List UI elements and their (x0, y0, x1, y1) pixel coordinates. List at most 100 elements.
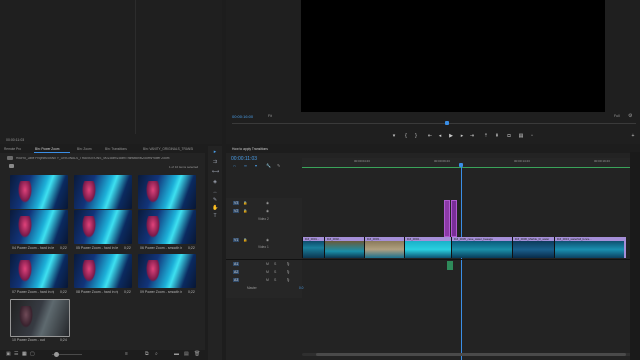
v1-clip-1[interactable]: DJI_0001... (302, 237, 324, 258)
v3-transition-clip-1[interactable] (444, 200, 450, 237)
media-thumbnail[interactable] (10, 210, 68, 244)
slip-tool-icon[interactable]: ↔ (212, 190, 218, 195)
razor-tool-icon[interactable]: ◈ (212, 180, 218, 185)
v1-clip-6[interactable]: DJI_0006_Marble_bl_water (512, 237, 554, 258)
track-select-icon[interactable]: ⇉ (212, 160, 218, 165)
media-thumbnail[interactable] (138, 210, 196, 244)
track-v3-label[interactable]: V3 (233, 201, 240, 205)
new-item-icon[interactable]: ▤ (184, 352, 189, 357)
media-thumbnail[interactable] (138, 175, 196, 209)
track-a1-mute-icon[interactable]: M (266, 262, 269, 266)
media-thumbnail[interactable] (10, 254, 68, 288)
button-editor-icon[interactable]: ▫ (529, 134, 535, 139)
tab-power-zoom[interactable]: Bin: Power Zoom (35, 147, 59, 151)
mark-clip-icon[interactable]: } (413, 134, 419, 139)
timeline-timecode[interactable]: 00:00:11:03 (231, 157, 257, 162)
captions-icon[interactable]: ✎ (277, 163, 282, 168)
extract-icon[interactable]: ⇞ (494, 134, 500, 139)
v1-clip-7[interactable]: DJI_0013_waterfall_fence... (554, 237, 624, 258)
audio-clip[interactable] (447, 261, 453, 270)
go-to-out-icon[interactable]: ⇥ (469, 134, 475, 139)
master-value[interactable]: 0.0 (299, 286, 303, 290)
track-a1-mic-icon[interactable]: 🎙 (286, 262, 290, 266)
media-thumbnail[interactable] (10, 299, 70, 337)
add-icon[interactable]: + (630, 134, 636, 139)
timeline-settings-icon[interactable]: 🔧 (266, 163, 271, 168)
wrench-icon[interactable]: ⚙ (628, 114, 633, 119)
timeline-tab[interactable]: How to apply Transitions (232, 147, 268, 151)
media-thumbnail[interactable] (74, 254, 132, 288)
v1-clip-end[interactable] (624, 237, 626, 258)
icon-view-icon[interactable]: ▦ (22, 352, 27, 357)
tab-transitions[interactable]: Bin: Transitions (105, 147, 127, 151)
tab-zoom[interactable]: Bin: Zoom (77, 147, 92, 151)
zoom-slider-handle[interactable] (54, 352, 59, 357)
track-a2-mic-icon[interactable]: 🎙 (286, 270, 290, 274)
fit-dropdown[interactable]: Fit (268, 114, 272, 119)
v1-clip-2[interactable]: DJI_0002... (324, 237, 364, 258)
track-v3-lock-icon[interactable]: 🔒 (243, 201, 247, 205)
track-a2-label[interactable]: A2 (233, 270, 240, 274)
track-a3-mute-icon[interactable]: M (266, 278, 269, 282)
type-tool-icon[interactable]: T (212, 214, 218, 219)
selection-tool-icon[interactable]: ▸ (212, 150, 218, 155)
go-to-in-icon[interactable]: ⇤ (427, 134, 433, 139)
automate-icon[interactable]: ⧉ (145, 352, 150, 357)
trash-icon[interactable]: 🗑 (194, 352, 200, 357)
track-v1-lock-icon[interactable]: 🔒 (243, 238, 247, 242)
v1-clip-5[interactable]: DJI_0005_cave_water_beauga (451, 237, 512, 258)
media-thumbnail[interactable] (74, 175, 132, 209)
track-v1-eye-icon[interactable]: ◉ (266, 238, 269, 242)
track-v2-label[interactable]: V2 (233, 209, 240, 213)
timeline-scrollbar-thumb[interactable] (316, 353, 626, 356)
track-a1-label[interactable]: A1 (233, 262, 240, 266)
v3-transition-clip-2[interactable] (451, 200, 457, 237)
ripple-edit-icon[interactable]: ⟷ (212, 170, 219, 175)
v1-clip-4[interactable]: DJI_0004... (404, 237, 451, 258)
search-icon[interactable]: ⌕ (155, 352, 160, 357)
track-a1-solo-icon[interactable]: S (274, 262, 276, 266)
track-v3-eye-icon[interactable]: ◉ (266, 201, 269, 205)
track-a3-label[interactable]: A3 (233, 278, 240, 282)
freeform-view-icon[interactable]: ▢ (30, 352, 35, 357)
media-thumbnail[interactable] (74, 210, 132, 244)
mark-in-icon[interactable]: ▾ (391, 134, 397, 139)
program-timecode[interactable]: 00:00:16:00 (232, 115, 253, 119)
export-frame-icon[interactable]: ◘ (506, 134, 512, 139)
track-v1-label[interactable]: V1 (233, 238, 240, 242)
media-thumbnail[interactable] (138, 254, 196, 288)
quality-dropdown[interactable]: Full (614, 114, 620, 119)
track-a3-solo-icon[interactable]: S (274, 278, 276, 282)
work-area-bar[interactable] (302, 167, 640, 168)
ruler-label-1: 00:00:04:23 (354, 159, 370, 163)
program-playhead[interactable] (445, 121, 449, 125)
time-ruler[interactable] (302, 158, 640, 167)
snap-icon[interactable]: ∩ (233, 163, 238, 168)
track-a2-solo-icon[interactable]: S (274, 270, 276, 274)
add-marker-icon[interactable]: ▾ (255, 163, 260, 168)
play-icon[interactable]: ▶ (448, 134, 454, 139)
lock-icon[interactable]: ▣ (6, 352, 11, 357)
track-v2-lock-icon[interactable]: 🔒 (243, 209, 247, 213)
track-a2-mute-icon[interactable]: M (266, 270, 269, 274)
hand-tool-icon[interactable]: ✋ (212, 206, 218, 211)
folder-icon[interactable] (9, 164, 14, 168)
new-bin-icon[interactable]: ▬ (174, 352, 179, 357)
pen-tool-icon[interactable]: ✎ (212, 198, 218, 203)
tab-remote-pro[interactable]: Remote Pro (4, 147, 21, 151)
mark-out-icon[interactable]: { (403, 134, 409, 139)
compare-icon[interactable]: ▤ (518, 134, 524, 139)
media-thumbnail[interactable] (10, 175, 68, 209)
track-v2-eye-icon[interactable]: ◉ (266, 209, 269, 213)
lift-icon[interactable]: ⇡ (483, 134, 489, 139)
audio-meter (630, 152, 640, 360)
step-forward-icon[interactable]: ▸ (459, 134, 465, 139)
step-back-icon[interactable]: ◂ (437, 134, 443, 139)
track-a3-mic-icon[interactable]: 🎙 (286, 278, 290, 282)
tab-vanity-originals[interactable]: Bin: VANITY_ORIGINALS_TRANSI (143, 147, 193, 151)
sort-icon[interactable]: ≡ (125, 352, 130, 357)
list-view-icon[interactable]: ☰ (14, 352, 19, 357)
v1-clip-3[interactable]: DJI_0003... (364, 237, 404, 258)
program-scrub-bar[interactable] (232, 123, 636, 124)
linked-select-icon[interactable]: ∞ (244, 163, 249, 168)
